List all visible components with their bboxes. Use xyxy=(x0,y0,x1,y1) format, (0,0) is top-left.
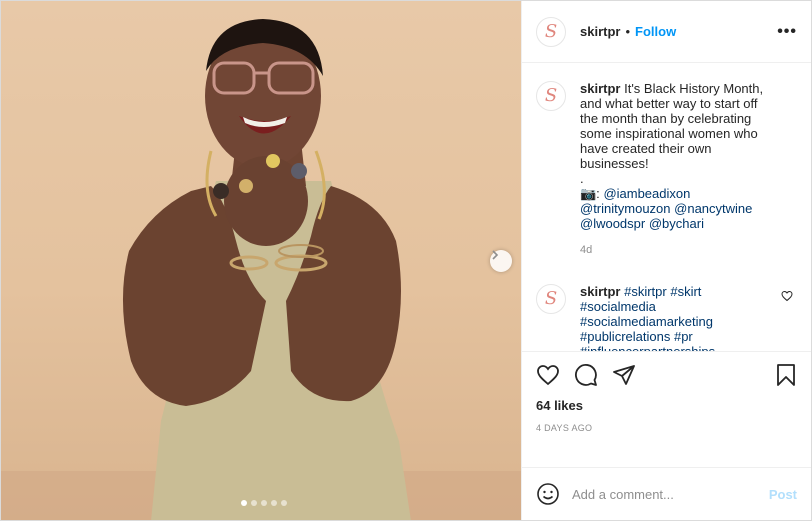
comment-username[interactable]: skirtpr xyxy=(580,81,620,96)
hashtag-link[interactable]: #skirt xyxy=(670,284,701,299)
hashtag-comment: S skirtpr #skirtpr #skirt #socialmedia #… xyxy=(536,284,797,351)
hashtag-link[interactable]: #influencerpartnerships xyxy=(580,344,715,351)
carousel-dot xyxy=(241,500,247,506)
follow-button[interactable]: Follow xyxy=(635,24,676,39)
carousel-dot xyxy=(271,500,277,506)
post-date[interactable]: 4 DAYS AGO xyxy=(536,423,797,433)
chevron-right-icon xyxy=(492,250,499,260)
camera-emoji: 📷: xyxy=(580,186,600,201)
like-comment-heart-icon[interactable] xyxy=(781,290,793,302)
post-comment-button[interactable]: Post xyxy=(769,487,797,502)
post-sidebar: S skirtpr • Follow ••• S skirtpr It's Bl… xyxy=(521,1,811,520)
avatar-logo: S xyxy=(544,20,558,42)
hashtag-link[interactable]: #skirtpr xyxy=(624,284,667,299)
caption-comment: S skirtpr It's Black History Month, and … xyxy=(536,81,797,258)
more-options-icon[interactable]: ••• xyxy=(777,23,797,41)
username-link[interactable]: skirtpr xyxy=(580,24,620,39)
post-actions: 64 likes 4 DAYS AGO xyxy=(522,352,811,468)
post-modal: S skirtpr • Follow ••• S skirtpr It's Bl… xyxy=(0,0,812,521)
hashtag-link[interactable]: #pr xyxy=(674,329,693,344)
carousel-dot xyxy=(261,500,267,506)
hashtag-link[interactable]: #socialmedia xyxy=(580,299,656,314)
mention-link[interactable]: @bychari xyxy=(649,216,704,231)
separator-dot: • xyxy=(625,24,631,39)
save-bookmark-icon[interactable] xyxy=(775,363,797,387)
like-heart-icon[interactable] xyxy=(536,363,560,387)
smiley-icon[interactable] xyxy=(536,482,560,506)
comment-username[interactable]: skirtpr xyxy=(580,284,620,299)
mention-link[interactable]: @iambeadixon xyxy=(603,186,690,201)
likes-count[interactable]: 64 likes xyxy=(536,398,797,413)
mention-link[interactable]: @trinitymouzon xyxy=(580,201,671,216)
next-slide-button[interactable] xyxy=(490,250,512,272)
avatar[interactable]: S xyxy=(536,81,566,111)
post-header: S skirtpr • Follow ••• xyxy=(522,1,811,63)
hashtag-link[interactable]: #socialmediamarketing xyxy=(580,314,713,329)
share-paper-plane-icon[interactable] xyxy=(612,363,636,387)
avatar[interactable]: S xyxy=(536,284,566,314)
add-comment-bar: Post xyxy=(522,468,811,520)
carousel-dot xyxy=(251,500,257,506)
carousel-dot xyxy=(281,500,287,506)
comment-time[interactable]: 4d xyxy=(580,243,776,258)
post-photo[interactable] xyxy=(1,1,521,520)
comment-input[interactable] xyxy=(572,486,762,502)
carousel-indicator xyxy=(241,500,287,506)
mention-link[interactable]: @nancytwine xyxy=(674,201,752,216)
avatar-logo: S xyxy=(544,288,558,309)
avatar[interactable]: S xyxy=(536,16,566,47)
caption-dot: . xyxy=(580,171,584,186)
comments-list[interactable]: S skirtpr It's Black History Month, and … xyxy=(522,63,811,352)
hashtag-link[interactable]: #publicrelations xyxy=(580,329,670,344)
mention-link[interactable]: @lwoodspr xyxy=(580,216,645,231)
comment-bubble-icon[interactable] xyxy=(574,363,598,387)
photo-illustration xyxy=(1,19,521,520)
avatar-logo: S xyxy=(544,85,558,106)
